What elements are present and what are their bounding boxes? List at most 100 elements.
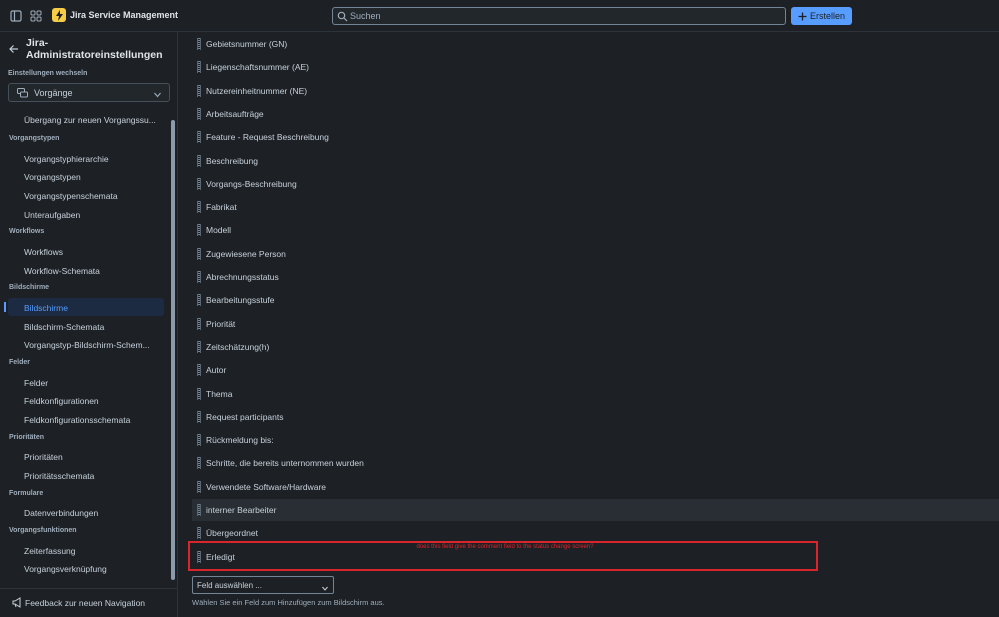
sidebar-section-heading: Prioritäten (9, 434, 45, 441)
sidebar-item[interactable]: Feldkonfigurationen (24, 396, 164, 406)
drag-handle-icon[interactable] (197, 224, 201, 237)
sidebar-item[interactable]: Vorgangstyphierarchie (24, 154, 164, 164)
drag-handle-icon[interactable] (197, 154, 201, 167)
field-row[interactable]: Zugewiesene Person (192, 243, 999, 265)
drag-handle-icon[interactable] (197, 177, 201, 190)
sidebar-item[interactable]: Workflow-Schemata (24, 266, 164, 276)
sidebar-item[interactable]: Prioritätsschemata (24, 471, 164, 481)
sidebar-section-heading: Vorgangstypen (9, 135, 60, 142)
field-label: Request participants (206, 411, 284, 422)
app-switcher-icon[interactable] (29, 9, 43, 23)
sidebar-item[interactable]: Bildschirme (24, 303, 164, 313)
field-row[interactable]: Nutzereinheitnummer (NE) (192, 80, 999, 102)
field-row[interactable]: Schritte, die bereits unternommen wurden (192, 452, 999, 474)
feedback-label: Feedback zur neuen Navigation (25, 598, 146, 608)
create-button-label: Erstellen (809, 11, 845, 21)
field-label: Schritte, die bereits unternommen wurden (206, 458, 364, 469)
sidebar-item[interactable]: Vorgangsverknüpfung (24, 564, 164, 574)
sidebar-item[interactable]: Zeiterfassung (24, 546, 164, 556)
drag-handle-icon[interactable] (197, 434, 201, 447)
field-row[interactable]: interner Bearbeiter (192, 499, 999, 521)
sidebar-item[interactable]: Bildschirm-Schemata (24, 322, 164, 332)
annotation-text: does this field give the comment field t… (416, 544, 594, 550)
drag-handle-icon[interactable] (197, 247, 201, 260)
field-label: Zeitschätzung(h) (206, 341, 270, 352)
chevron-down-icon (154, 90, 161, 98)
plus-icon (798, 12, 807, 20)
top-navigation-bar: Jira Service Management Suchen Erstellen (0, 0, 999, 32)
field-row[interactable]: Verwendete Software/Hardware (192, 476, 999, 498)
sidebar-item[interactable]: Unteraufgaben (24, 210, 164, 220)
field-label: Fabrikat (206, 202, 237, 213)
field-row[interactable]: Modell (192, 219, 999, 241)
field-row[interactable]: Gebietsnummer (GN) (192, 33, 999, 55)
megaphone-icon (12, 597, 23, 608)
drag-handle-icon[interactable] (197, 457, 201, 470)
field-row[interactable]: Autor (192, 359, 999, 381)
drag-handle-icon[interactable] (197, 201, 201, 214)
drag-handle-icon[interactable] (197, 387, 201, 400)
drag-handle-icon[interactable] (197, 38, 201, 50)
add-field-select[interactable]: Feld auswählen ... (192, 576, 334, 594)
field-row[interactable]: Vorgangs-Beschreibung (192, 173, 999, 195)
field-label: Verwendete Software/Hardware (206, 481, 327, 492)
drag-handle-icon[interactable] (197, 410, 201, 423)
feedback-link[interactable]: Feedback zur neuen Navigation (0, 588, 178, 617)
sidebar-section-heading: Workflows (9, 228, 45, 235)
drag-handle-icon[interactable] (197, 340, 201, 353)
field-label: Arbeitsaufträge (206, 108, 264, 119)
settings-switch-label: Einstellungen wechseln (8, 70, 88, 77)
field-label: Thema (206, 388, 233, 399)
drag-handle-icon[interactable] (197, 61, 201, 74)
field-label: Priorität (206, 318, 236, 329)
add-field-select-label: Feld auswählen ... (197, 581, 262, 590)
field-row[interactable]: Liegenschaftsnummer (AE) (192, 56, 999, 78)
jira-service-management-logo-icon[interactable] (52, 8, 66, 22)
drag-handle-icon[interactable] (197, 317, 201, 330)
drag-handle-icon[interactable] (197, 107, 201, 120)
drag-handle-icon[interactable] (197, 294, 201, 307)
sidebar-item[interactable]: Vorgangstyp-Bildschirm-Schem... (24, 340, 164, 350)
sidebar-item[interactable]: Vorgangstypen (24, 172, 164, 182)
sidebar-item[interactable]: Datenverbindungen (24, 508, 164, 518)
drag-handle-icon[interactable] (197, 504, 201, 516)
sidebar-item[interactable]: Übergang zur neuen Vorgangssu... (24, 115, 164, 125)
sidebar-item[interactable]: Vorgangstypenschemata (24, 191, 164, 201)
field-row[interactable]: Rückmeldung bis: (192, 429, 999, 451)
field-row[interactable]: Arbeitsaufträge (192, 103, 999, 125)
field-row[interactable]: Priorität (192, 313, 999, 335)
issues-icon (17, 88, 28, 98)
add-field-help-text: Wählen Sie ein Feld zum Hinzufügen zum B… (192, 598, 385, 607)
search-input[interactable]: Suchen (332, 7, 786, 25)
field-label: Vorgangs-Beschreibung (206, 178, 297, 189)
drag-handle-icon[interactable] (197, 480, 201, 493)
sidebar-scrollbar[interactable] (171, 120, 175, 580)
settings-dropdown[interactable]: Vorgänge (8, 83, 170, 102)
field-label: interner Bearbeiter (206, 505, 277, 515)
sidebar-title: Jira-Administratoreinstellungen (26, 37, 163, 61)
sidebar-item[interactable]: Felder (24, 378, 164, 388)
sidebar-section-heading: Formulare (9, 490, 44, 497)
sidebar-toggle-icon[interactable] (9, 9, 23, 23)
create-button[interactable]: Erstellen (791, 7, 852, 25)
field-row[interactable]: Bearbeitungsstufe (192, 289, 999, 311)
back-arrow-icon[interactable] (9, 44, 19, 54)
field-row[interactable]: Thema (192, 383, 999, 405)
sidebar-item[interactable]: Prioritäten (24, 452, 164, 462)
sidebar-section-heading: Vorgangsfunktionen (9, 527, 77, 534)
app-name[interactable]: Jira Service Management (70, 10, 178, 20)
sidebar-item[interactable]: Workflows (24, 247, 164, 257)
drag-handle-icon[interactable] (197, 271, 201, 283)
search-icon (337, 11, 348, 22)
drag-handle-icon[interactable] (197, 131, 201, 144)
drag-handle-icon[interactable] (197, 364, 201, 377)
drag-handle-icon[interactable] (197, 527, 201, 540)
field-row[interactable]: Request participants (192, 406, 999, 428)
drag-handle-icon[interactable] (197, 84, 201, 97)
field-row[interactable]: Abrechnungsstatus (192, 266, 999, 288)
sidebar-item[interactable]: Feldkonfigurationsschemata (24, 415, 164, 425)
field-row[interactable]: Feature - Request Beschreibung (192, 126, 999, 148)
field-row[interactable]: Zeitschätzung(h) (192, 336, 999, 358)
field-row[interactable]: Beschreibung (192, 150, 999, 172)
field-row[interactable]: Fabrikat (192, 196, 999, 218)
